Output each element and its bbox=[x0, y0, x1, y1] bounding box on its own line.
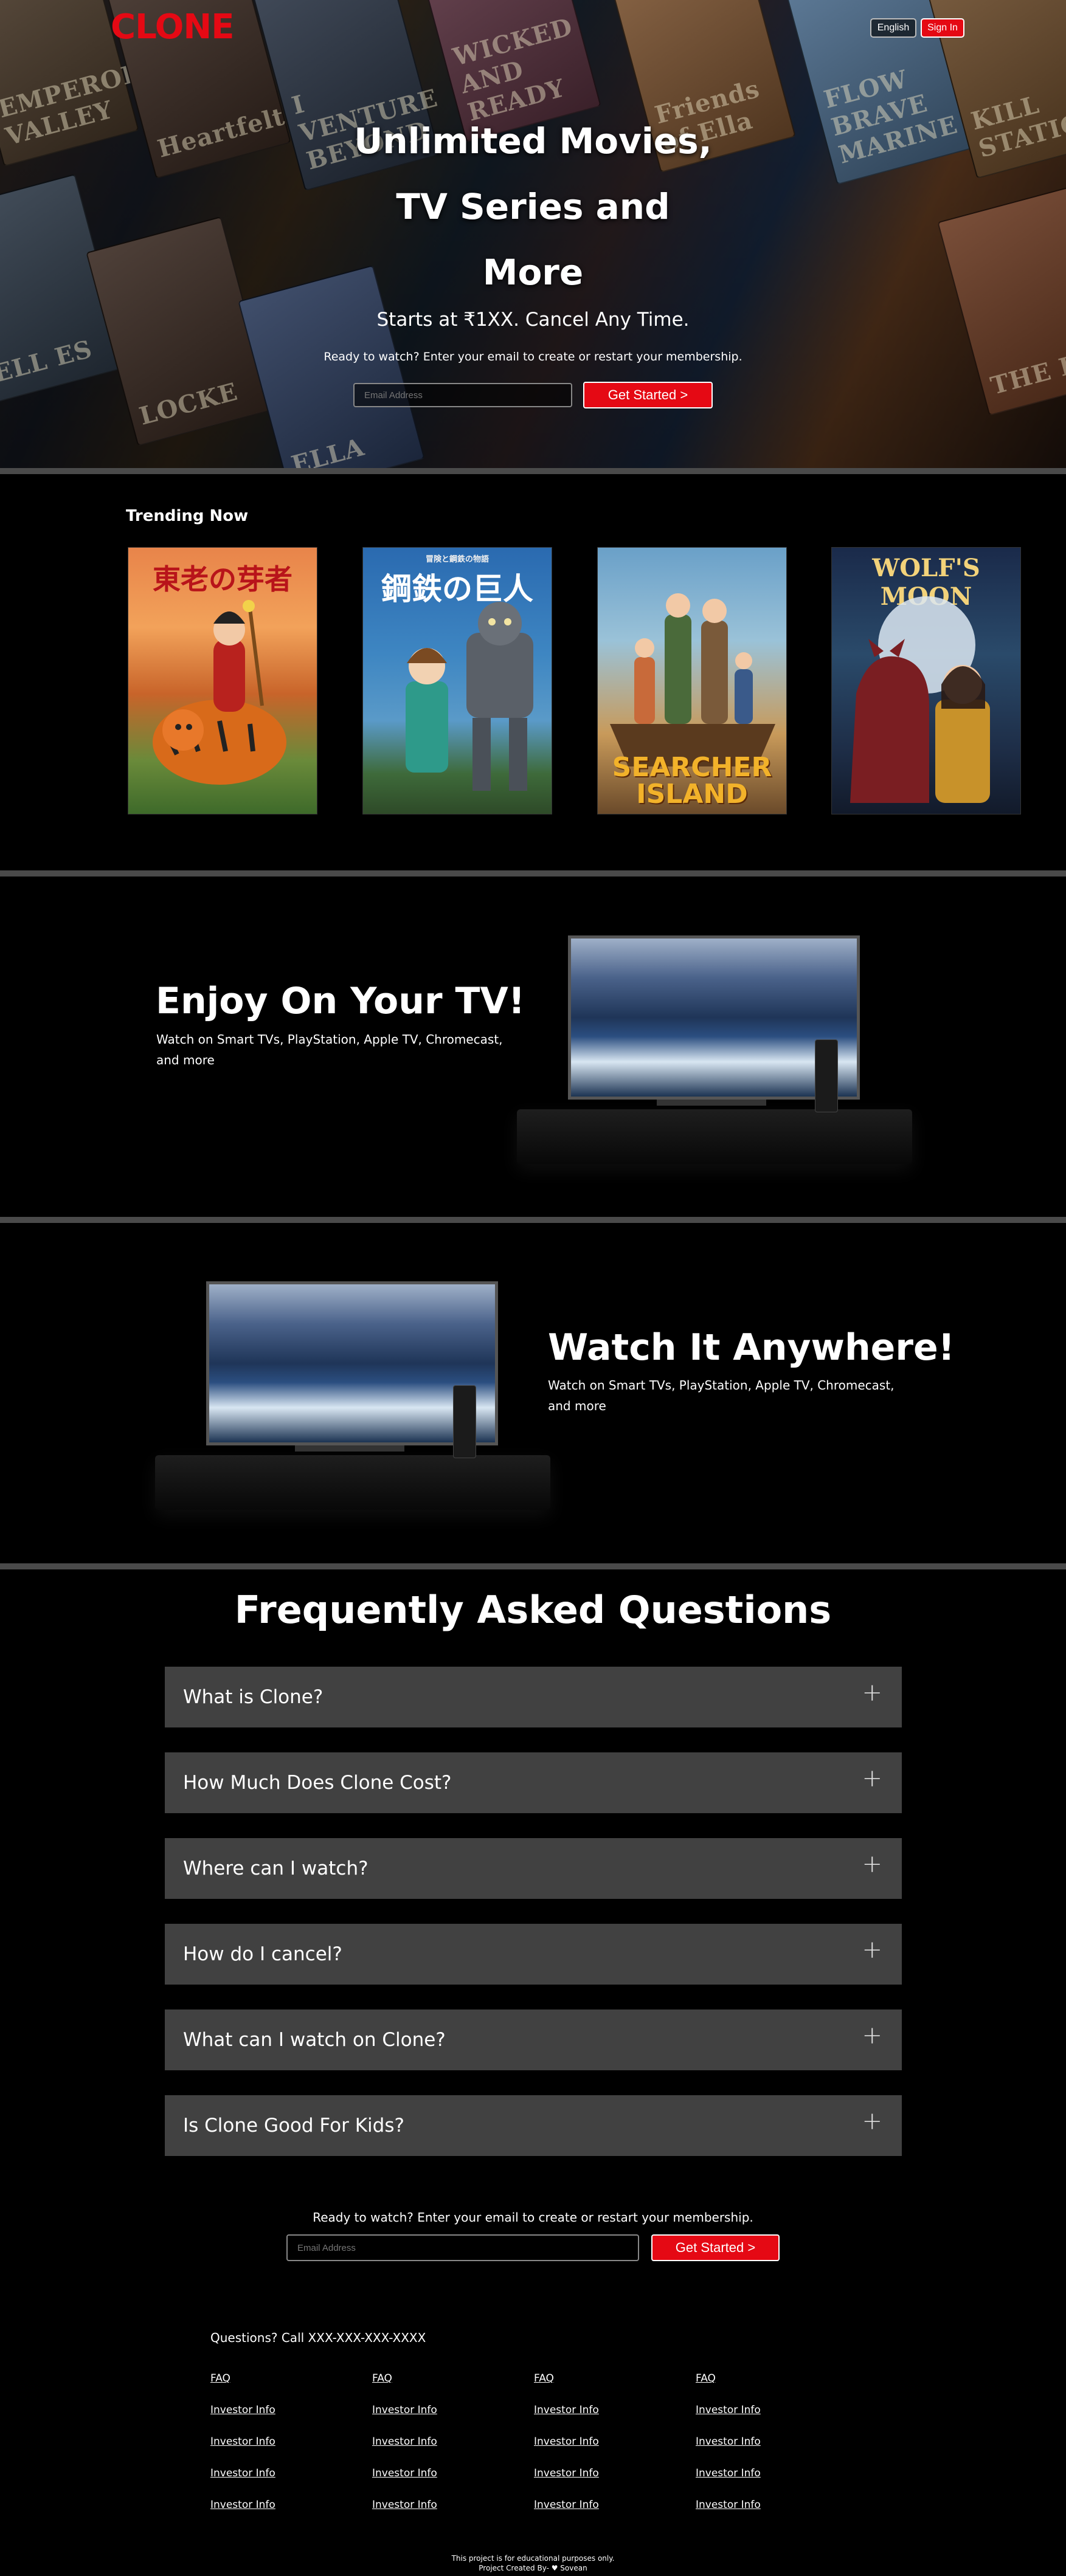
feature-text: Watch on Smart TVs, PlayStation, Apple T… bbox=[156, 1032, 503, 1067]
faq-question: What can I watch on Clone? bbox=[183, 2029, 446, 2051]
footer-link-investor-info[interactable]: Investor Info bbox=[210, 2467, 275, 2479]
hero-subtitle: Starts at ₹1XX. Cancel Any Time. bbox=[376, 309, 690, 331]
faq-question: Where can I watch? bbox=[183, 1858, 369, 1879]
plus-icon[interactable]: + bbox=[862, 2022, 882, 2050]
tv-stand bbox=[295, 1445, 404, 1452]
hero-email-input[interactable] bbox=[353, 383, 572, 407]
hero-title-line: TV Series and bbox=[396, 186, 670, 227]
footer-link-faq[interactable]: FAQ bbox=[534, 2372, 554, 2385]
plus-icon[interactable]: + bbox=[862, 1679, 882, 1707]
plus-icon[interactable]: + bbox=[862, 1765, 882, 1793]
faq-question: How Much Does Clone Cost? bbox=[183, 1772, 452, 1794]
tiger-rider-icon bbox=[153, 600, 286, 785]
trending-item[interactable]: 冒険と鋼鉄の物語 鋼鉄の巨人 bbox=[362, 547, 552, 814]
background-poster-title: ELLA bbox=[288, 432, 368, 468]
footer-link-faq[interactable]: FAQ bbox=[696, 2372, 716, 2385]
section-divider bbox=[0, 1563, 1066, 1569]
footer-get-started-button[interactable]: Get Started > bbox=[651, 2234, 780, 2261]
trending-item[interactable]: 東老の芽者 bbox=[128, 547, 317, 814]
footer-link-investor-info[interactable]: Investor Info bbox=[534, 2467, 599, 2479]
feature-heading: Enjoy On Your TV! bbox=[156, 980, 525, 1022]
footer-link-investor-info[interactable]: Investor Info bbox=[534, 2436, 599, 2448]
tv-stand bbox=[657, 1100, 766, 1106]
footer-link-investor-info[interactable]: Investor Info bbox=[696, 2404, 761, 2416]
footer-link-faq[interactable]: FAQ bbox=[372, 2372, 392, 2385]
footer-note: This project is for educational purposes… bbox=[451, 2554, 615, 2563]
remote-icon bbox=[453, 1385, 476, 1458]
brand-logo[interactable]: CLONE bbox=[111, 7, 235, 47]
trending-title: Trending Now bbox=[126, 507, 249, 525]
footer-link-investor-info[interactable]: Investor Info bbox=[210, 2499, 275, 2511]
hero-prompt: Ready to watch? Enter your email to crea… bbox=[324, 350, 742, 363]
faq-title: Frequently Asked Questions bbox=[234, 1588, 832, 1632]
trending-item[interactable]: SEARCHER ISLAND bbox=[597, 547, 787, 814]
tv-illustration bbox=[517, 933, 912, 1170]
footer-link-investor-info[interactable]: Investor Info bbox=[696, 2499, 761, 2511]
faq-item[interactable]: How Much Does Clone Cost? + bbox=[165, 1752, 902, 1813]
footer-prompt: Ready to watch? Enter your email to crea… bbox=[313, 2210, 753, 2225]
footer-email-input[interactable] bbox=[286, 2234, 639, 2261]
iron-giant-icon bbox=[406, 602, 533, 791]
footer-link-investor-info[interactable]: Investor Info bbox=[534, 2499, 599, 2511]
footer-contact: Questions? Call XXX-XXX-XXX-XXXX bbox=[210, 2330, 426, 2345]
footer-credit: Project Created By- ♥ Sovean bbox=[479, 2564, 587, 2572]
tv-cabinet bbox=[517, 1109, 912, 1164]
faq-question: What is Clone? bbox=[183, 1686, 324, 1708]
footer-link-faq[interactable]: FAQ bbox=[210, 2372, 230, 2385]
poster-title: SEARCHER ISLAND bbox=[612, 752, 772, 810]
faq-question: Is Clone Good For Kids? bbox=[183, 2115, 404, 2137]
faq-item[interactable]: How do I cancel? + bbox=[165, 1924, 902, 1985]
feature-text: Watch on Smart TVs, PlayStation, Apple T… bbox=[548, 1378, 895, 1413]
section-divider bbox=[0, 870, 1066, 876]
plus-icon[interactable]: + bbox=[862, 1850, 882, 1878]
plus-icon[interactable]: + bbox=[862, 2107, 882, 2135]
footer-link-investor-info[interactable]: Investor Info bbox=[210, 2404, 275, 2416]
footer-link-investor-info[interactable]: Investor Info bbox=[372, 2436, 437, 2448]
tv-cabinet bbox=[155, 1455, 550, 1510]
remote-icon bbox=[815, 1039, 838, 1112]
faq-item[interactable]: What is Clone? + bbox=[165, 1667, 902, 1727]
section-divider bbox=[0, 468, 1066, 474]
hero-get-started-button[interactable]: Get Started > bbox=[583, 382, 713, 408]
hero-section: EMPEROR VALLEY Heartfelt I VENTURE BEYOND W… bbox=[0, 0, 1066, 468]
faq-item[interactable]: Is Clone Good For Kids? + bbox=[165, 2095, 902, 2156]
footer-link-investor-info[interactable]: Investor Info bbox=[372, 2404, 437, 2416]
hero-title-line: More bbox=[482, 252, 584, 293]
trending-item[interactable]: WOLF'S MOON bbox=[831, 547, 1021, 814]
faq-item[interactable]: Where can I watch? + bbox=[165, 1838, 902, 1899]
footer-link-investor-info[interactable]: Investor Info bbox=[696, 2436, 761, 2448]
background-poster-title: LOCKE bbox=[136, 377, 241, 431]
footer-link-investor-info[interactable]: Investor Info bbox=[210, 2436, 275, 2448]
footer-link-investor-info[interactable]: Investor Info bbox=[696, 2467, 761, 2479]
section-divider bbox=[0, 1217, 1066, 1223]
hero-title: Unlimited Movies, TV Series and More bbox=[0, 108, 1066, 305]
footer-link-investor-info[interactable]: Investor Info bbox=[372, 2467, 437, 2479]
language-select[interactable]: English bbox=[870, 18, 916, 38]
feature-heading: Watch It Anywhere! bbox=[548, 1326, 955, 1369]
faq-item[interactable]: What can I watch on Clone? + bbox=[165, 2009, 902, 2070]
tv-illustration bbox=[155, 1279, 550, 1516]
footer-link-investor-info[interactable]: Investor Info bbox=[372, 2499, 437, 2511]
faq-question: How do I cancel? bbox=[183, 1943, 342, 1965]
wolfs-moon-icon bbox=[850, 596, 990, 803]
plus-icon[interactable]: + bbox=[862, 1936, 882, 1964]
hero-title-line: Unlimited Movies, bbox=[354, 120, 712, 162]
footer-link-investor-info[interactable]: Investor Info bbox=[534, 2404, 599, 2416]
sign-in-button[interactable]: Sign In bbox=[921, 18, 964, 38]
